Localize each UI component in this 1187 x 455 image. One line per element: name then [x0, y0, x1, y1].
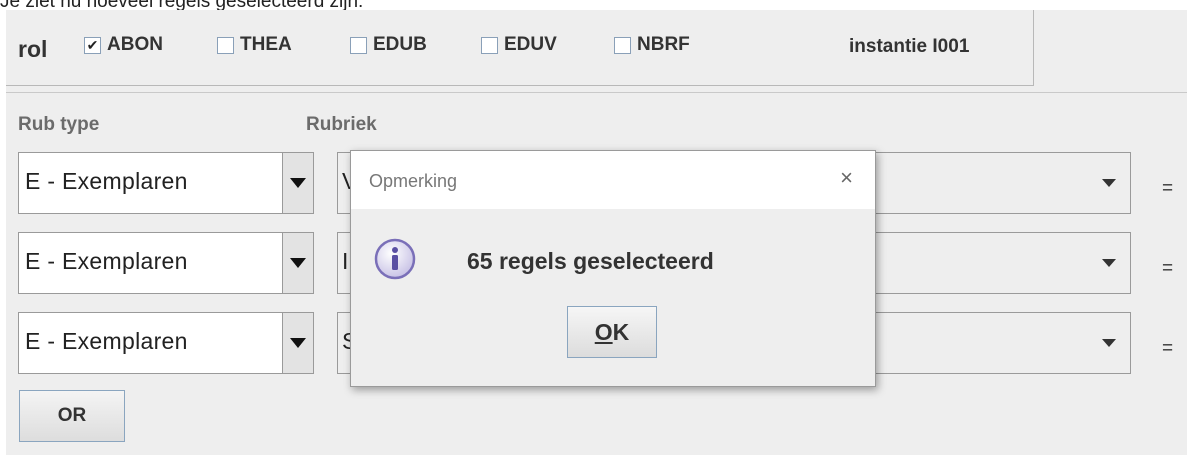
- rub-type-combo[interactable]: E - Exemplaren: [18, 152, 314, 214]
- checkbox-label: EDUV: [504, 34, 557, 55]
- rol-filter-panel: rol ✔ ABON THEA EDUB EDUV NBRF instantie…: [6, 10, 1034, 86]
- ok-mnemonic: O: [594, 318, 613, 345]
- operator-label: =: [1162, 338, 1174, 359]
- rub-type-combo[interactable]: E - Exemplaren: [18, 232, 314, 294]
- checkbox-unchecked-icon[interactable]: [350, 36, 367, 54]
- rol-label: rol: [18, 36, 48, 62]
- or-button[interactable]: OR: [19, 390, 125, 442]
- dialog-title: Opmerking: [369, 171, 458, 191]
- dropdown-arrow-icon[interactable]: [282, 153, 313, 213]
- rub-type-value: E - Exemplaren: [25, 248, 188, 274]
- dropdown-arrow-icon[interactable]: [282, 233, 313, 293]
- checkbox-thea[interactable]: THEA: [217, 34, 292, 56]
- instantie-label: instantie I001: [849, 36, 970, 57]
- checkbox-abon[interactable]: ✔ ABON: [84, 34, 163, 56]
- dropdown-arrow-icon[interactable]: [282, 313, 313, 373]
- dropdown-arrow-icon[interactable]: [1088, 233, 1130, 293]
- close-icon[interactable]: ×: [840, 167, 853, 189]
- checkbox-label: NBRF: [637, 34, 690, 55]
- checkbox-label: EDUB: [373, 34, 427, 55]
- rub-type-combo[interactable]: E - Exemplaren: [18, 312, 314, 374]
- ok-label-rest: K: [612, 318, 630, 345]
- rubriek-header: Rubriek: [306, 114, 377, 135]
- rub-type-header: Rub type: [18, 114, 100, 135]
- dropdown-arrow-icon[interactable]: [1088, 153, 1130, 213]
- operator-label: =: [1162, 178, 1174, 199]
- info-icon: [374, 238, 416, 280]
- dialog-title-bar: Opmerking ×: [351, 151, 875, 209]
- operator-label: =: [1162, 258, 1174, 279]
- checkbox-unchecked-icon[interactable]: [481, 36, 498, 54]
- checkbox-checked-icon[interactable]: ✔: [84, 36, 101, 54]
- checkbox-nbrf[interactable]: NBRF: [614, 34, 690, 56]
- checkbox-unchecked-icon[interactable]: [217, 36, 234, 54]
- dropdown-arrow-icon[interactable]: [1088, 313, 1130, 373]
- rub-type-value: E - Exemplaren: [25, 168, 188, 194]
- checkbox-eduv[interactable]: EDUV: [481, 34, 557, 56]
- rub-type-value: E - Exemplaren: [25, 328, 188, 354]
- checkbox-unchecked-icon[interactable]: [614, 36, 631, 54]
- checkbox-label: THEA: [240, 34, 292, 55]
- message-dialog: Opmerking × 65 regels geselecteerd OK: [350, 150, 876, 387]
- checkbox-edub[interactable]: EDUB: [350, 34, 427, 56]
- ok-button[interactable]: OK: [567, 306, 657, 358]
- dialog-message: 65 regels geselecteerd: [467, 248, 714, 274]
- separator: [6, 92, 1187, 93]
- rubriek-value: I: [342, 248, 349, 274]
- checkbox-label: ABON: [107, 34, 163, 55]
